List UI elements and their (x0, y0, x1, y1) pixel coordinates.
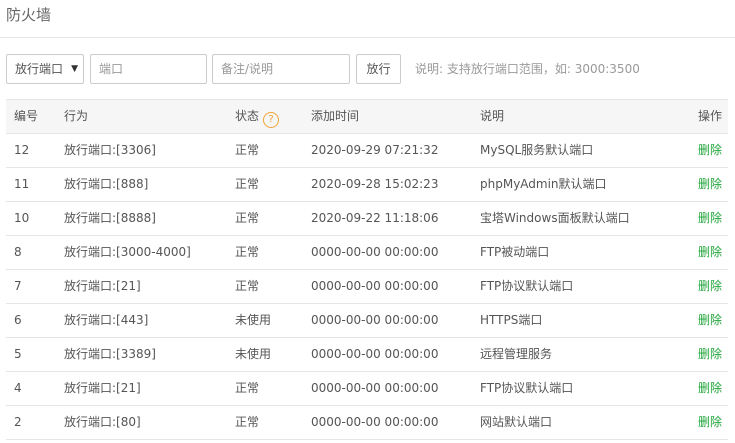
table-row: 2 放行端口:[80] 正常 0000-00-00 00:00:00 网站默认端… (6, 406, 728, 440)
cell-desc: 宝塔Windows面板默认端口 (480, 211, 630, 225)
allow-button[interactable]: 放行 (356, 54, 401, 84)
cell-action: 放行端口:[3389] (64, 347, 156, 361)
delete-link[interactable]: 删除 (698, 270, 722, 303)
title-bar: 防火墙 (0, 0, 735, 38)
cell-status: 未使用 (235, 347, 272, 361)
dropdown-arrow-icon: ▼ (71, 64, 78, 74)
cell-time: 0000-00-00 00:00:00 (311, 279, 439, 293)
cell-action: 放行端口:[21] (64, 381, 141, 395)
cell-action: 放行端口:[3306] (64, 143, 156, 157)
cell-status: 正常 (235, 143, 260, 157)
header-time: 添加时间 (311, 109, 360, 123)
cell-action: 放行端口:[443] (64, 313, 149, 327)
cell-id: 5 (14, 347, 22, 361)
cell-time: 2020-09-28 15:02:23 (311, 177, 439, 191)
cell-time: 2020-09-29 07:21:32 (311, 143, 439, 157)
delete-link[interactable]: 删除 (698, 406, 722, 439)
delete-link[interactable]: 删除 (698, 168, 722, 201)
table-header-row: 编号 行为 状态? 添加时间 说明 操作 (6, 100, 728, 134)
cell-id: 10 (14, 211, 30, 225)
header-desc: 说明 (480, 109, 505, 123)
header-action: 行为 (64, 109, 89, 123)
cell-status: 正常 (235, 279, 260, 293)
firewall-page: 防火墙 放行端口 ▼ 放行 说明: 支持放行端口范围，如: 3000:3500 … (0, 0, 735, 443)
cell-status: 正常 (235, 177, 260, 191)
cell-desc: FTP协议默认端口 (480, 381, 574, 395)
port-input[interactable] (90, 54, 207, 84)
cell-time: 0000-00-00 00:00:00 (311, 347, 439, 361)
cell-time: 0000-00-00 00:00:00 (311, 313, 439, 327)
cell-status: 正常 (235, 381, 260, 395)
delete-link[interactable]: 删除 (698, 372, 722, 405)
header-id: 编号 (14, 109, 39, 123)
hint-text: 说明: 支持放行端口范围，如: 3000:3500 (415, 62, 640, 76)
table-row: 11 放行端口:[888] 正常 2020-09-28 15:02:23 php… (6, 168, 728, 202)
cell-desc: phpMyAdmin默认端口 (480, 177, 607, 191)
cell-action: 放行端口:[80] (64, 415, 141, 429)
table-row: 4 放行端口:[21] 正常 0000-00-00 00:00:00 FTP协议… (6, 372, 728, 406)
cell-id: 12 (14, 143, 30, 157)
cell-time: 0000-00-00 00:00:00 (311, 415, 439, 429)
cell-id: 6 (14, 313, 22, 327)
toolbar: 放行端口 ▼ 放行 说明: 支持放行端口范围，如: 3000:3500 (0, 54, 735, 84)
note-input[interactable] (212, 54, 350, 84)
cell-action: 放行端口:[8888] (64, 211, 156, 225)
cell-desc: 远程管理服务 (480, 347, 553, 361)
delete-link[interactable]: 删除 (698, 236, 722, 269)
cell-desc: HTTPS端口 (480, 313, 543, 327)
cell-id: 7 (14, 279, 22, 293)
delete-link[interactable]: 删除 (698, 202, 722, 235)
cell-status: 正常 (235, 245, 260, 259)
cell-id: 8 (14, 245, 22, 259)
header-status-label: 状态 (235, 109, 260, 123)
firewall-rules-table: 编号 行为 状态? 添加时间 说明 操作 12 放行端口:[3306] 正常 2… (6, 99, 728, 440)
cell-action: 放行端口:[888] (64, 177, 149, 191)
table-row: 7 放行端口:[21] 正常 0000-00-00 00:00:00 FTP协议… (6, 270, 728, 304)
page-title: 防火墙 (6, 6, 52, 24)
delete-link[interactable]: 删除 (698, 304, 722, 337)
cell-id: 4 (14, 381, 22, 395)
cell-desc: FTP被动端口 (480, 245, 550, 259)
header-op: 操作 (698, 109, 723, 123)
cell-action: 放行端口:[3000-4000] (64, 245, 191, 259)
cell-action: 放行端口:[21] (64, 279, 141, 293)
cell-time: 0000-00-00 00:00:00 (311, 381, 439, 395)
help-icon[interactable]: ? (263, 112, 280, 128)
cell-desc: 网站默认端口 (480, 415, 553, 429)
cell-status: 未使用 (235, 313, 272, 327)
cell-time: 0000-00-00 00:00:00 (311, 245, 439, 259)
cell-desc: MySQL服务默认端口 (480, 143, 594, 157)
cell-time: 2020-09-22 11:18:06 (311, 211, 439, 225)
delete-link[interactable]: 删除 (698, 338, 722, 371)
cell-desc: FTP协议默认端口 (480, 279, 574, 293)
table-row: 8 放行端口:[3000-4000] 正常 0000-00-00 00:00:0… (6, 236, 728, 270)
delete-link[interactable]: 删除 (698, 134, 722, 167)
table-row: 5 放行端口:[3389] 未使用 0000-00-00 00:00:00 远程… (6, 338, 728, 372)
action-select-value: 放行端口 (15, 62, 64, 76)
table-row: 6 放行端口:[443] 未使用 0000-00-00 00:00:00 HTT… (6, 304, 728, 338)
table-row: 10 放行端口:[8888] 正常 2020-09-22 11:18:06 宝塔… (6, 202, 728, 236)
header-status: 状态? (235, 100, 280, 133)
table-row: 12 放行端口:[3306] 正常 2020-09-29 07:21:32 My… (6, 134, 728, 168)
cell-status: 正常 (235, 211, 260, 225)
cell-id: 2 (14, 415, 22, 429)
cell-status: 正常 (235, 415, 260, 429)
cell-id: 11 (14, 177, 30, 191)
action-select[interactable]: 放行端口 ▼ (6, 54, 84, 84)
